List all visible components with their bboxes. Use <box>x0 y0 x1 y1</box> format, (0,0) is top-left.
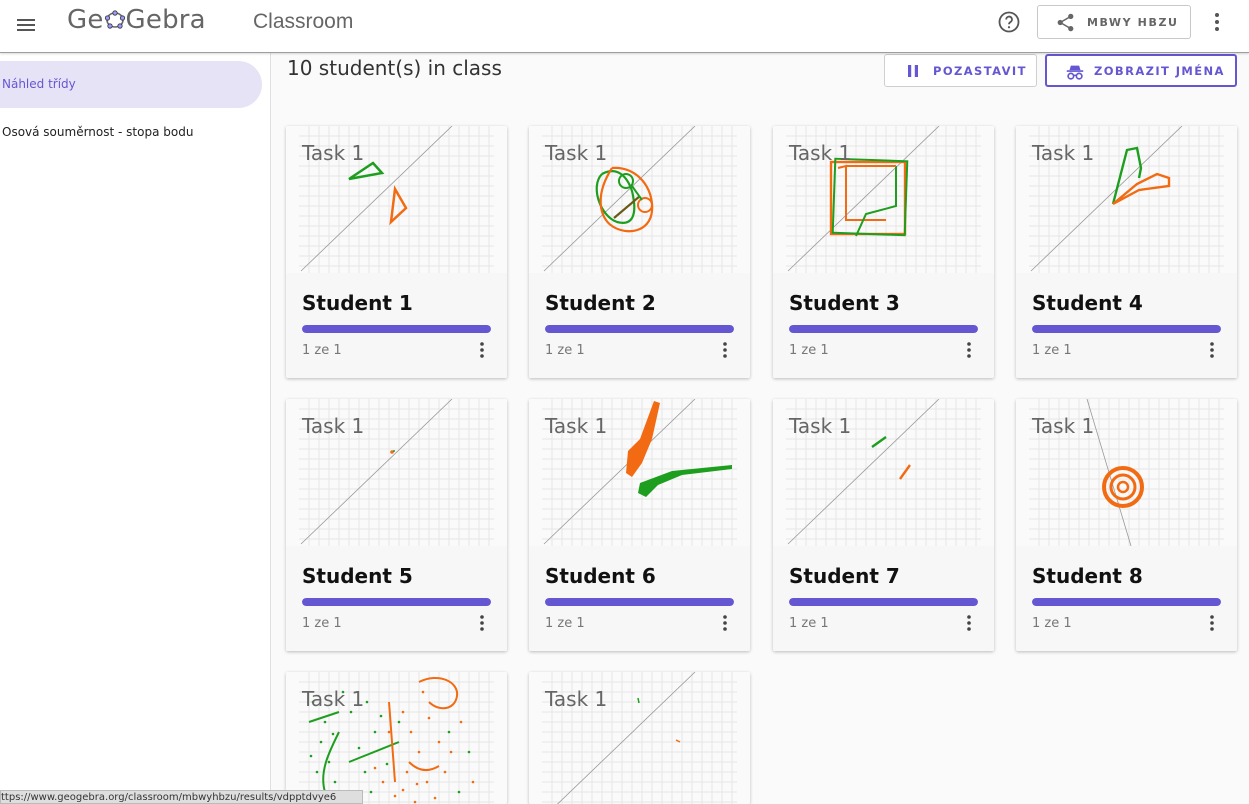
student-card[interactable]: Task 1 <box>286 672 507 804</box>
student-thumbnail: Task 1 <box>529 126 750 273</box>
card-info: Student 7 1 ze 1 <box>773 546 994 651</box>
progress-text: 1 ze 1 <box>789 616 829 631</box>
show-names-label: ZOBRAZIT JMÉNA <box>1094 64 1225 78</box>
student-thumbnail: Task 1 <box>1016 126 1237 273</box>
more-vert-icon[interactable] <box>1205 10 1229 34</box>
student-thumbnail: Task 1 <box>529 399 750 546</box>
sidebar: Náhled třídy Osová souměrnost - stopa bo… <box>0 53 271 804</box>
student-thumbnail: Task 1 <box>286 672 507 804</box>
more-vert-icon[interactable] <box>472 613 492 633</box>
student-card[interactable]: Task 1 Student 6 1 ze 1 <box>529 399 750 651</box>
student-card[interactable]: Task 1 Student 4 1 ze 1 <box>1016 126 1237 378</box>
geogebra-logo[interactable]: Ge Gebra <box>67 5 206 35</box>
pause-button[interactable]: POZASTAVIT <box>884 54 1037 87</box>
task-label: Task 1 <box>302 414 365 438</box>
app-header: Ge Gebra Classroom MBWY HBZU <box>0 0 1249 53</box>
student-name: Student 2 <box>545 291 656 315</box>
card-info: Student 3 1 ze 1 <box>773 273 994 378</box>
more-vert-icon[interactable] <box>715 613 735 633</box>
task-label: Task 1 <box>1032 141 1095 165</box>
progress-text: 1 ze 1 <box>302 616 342 631</box>
task-label: Task 1 <box>302 141 365 165</box>
student-thumbnail: Task 1 <box>286 399 507 546</box>
pause-icon <box>908 65 918 77</box>
progress-text: 1 ze 1 <box>1032 343 1072 358</box>
student-name: Student 1 <box>302 291 413 315</box>
more-vert-icon[interactable] <box>472 340 492 360</box>
share-button[interactable]: MBWY HBZU <box>1037 5 1191 39</box>
progress-text: 1 ze 1 <box>545 343 585 358</box>
app-name: Classroom <box>253 10 354 33</box>
progress-text: 1 ze 1 <box>302 343 342 358</box>
progress-text: 1 ze 1 <box>1032 616 1072 631</box>
student-name: Student 3 <box>789 291 900 315</box>
logo-text-right: Gebra <box>125 5 206 35</box>
progress-bar <box>302 325 491 333</box>
sidebar-item-class-overview[interactable]: Náhled třídy <box>0 61 262 108</box>
card-info: Student 4 1 ze 1 <box>1016 273 1237 378</box>
card-info: Student 5 1 ze 1 <box>286 546 507 651</box>
more-vert-icon[interactable] <box>1202 613 1222 633</box>
more-vert-icon[interactable] <box>1202 340 1222 360</box>
sidebar-item-activity[interactable]: Osová souměrnost - stopa bodu <box>0 109 262 156</box>
incognito-icon <box>1066 65 1084 80</box>
student-card[interactable]: Task 1 Student 3 1 ze 1 <box>773 126 994 378</box>
task-label: Task 1 <box>545 687 608 711</box>
student-thumbnail: Task 1 <box>1016 399 1237 546</box>
share-icon <box>1057 13 1074 32</box>
task-label: Task 1 <box>302 687 365 711</box>
logo-text-left: Ge <box>67 5 104 35</box>
menu-icon[interactable] <box>14 13 38 37</box>
progress-bar <box>545 325 734 333</box>
browser-status-url: ttps://www.geogebra.org/classroom/mbwyhb… <box>0 790 363 804</box>
show-names-button[interactable]: ZOBRAZIT JMÉNA <box>1045 54 1237 87</box>
progress-bar <box>1032 598 1221 606</box>
geogebra-logo-icon <box>104 10 125 29</box>
card-info: Student 1 1 ze 1 <box>286 273 507 378</box>
student-card[interactable]: Task 1 <box>529 672 750 804</box>
student-thumbnail: Task 1 <box>286 126 507 273</box>
task-label: Task 1 <box>545 141 608 165</box>
progress-bar <box>302 598 491 606</box>
progress-bar <box>789 325 978 333</box>
page-title: 10 student(s) in class <box>287 56 502 80</box>
student-name: Student 6 <box>545 564 656 588</box>
help-icon[interactable] <box>997 10 1021 34</box>
card-info: Student 2 1 ze 1 <box>529 273 750 378</box>
student-card[interactable]: Task 1 Student 1 1 ze 1 <box>286 126 507 378</box>
student-name: Student 7 <box>789 564 900 588</box>
student-card[interactable]: Task 1 Student 2 1 ze 1 <box>529 126 750 378</box>
card-info: Student 8 1 ze 1 <box>1016 546 1237 651</box>
progress-bar <box>1032 325 1221 333</box>
student-card[interactable]: Task 1 Student 8 1 ze 1 <box>1016 399 1237 651</box>
task-label: Task 1 <box>1032 414 1095 438</box>
student-thumbnail: Task 1 <box>773 126 994 273</box>
task-label: Task 1 <box>545 414 608 438</box>
progress-text: 1 ze 1 <box>789 343 829 358</box>
student-thumbnail: Task 1 <box>773 399 994 546</box>
more-vert-icon[interactable] <box>715 340 735 360</box>
progress-text: 1 ze 1 <box>545 616 585 631</box>
progress-bar <box>545 598 734 606</box>
task-label: Task 1 <box>789 141 852 165</box>
task-label: Task 1 <box>789 414 852 438</box>
student-name: Student 8 <box>1032 564 1143 588</box>
progress-bar <box>789 598 978 606</box>
student-card[interactable]: Task 1 Student 5 1 ze 1 <box>286 399 507 651</box>
student-thumbnail: Task 1 <box>529 672 750 804</box>
more-vert-icon[interactable] <box>959 340 979 360</box>
pause-label: POZASTAVIT <box>933 64 1027 78</box>
share-code-label: MBWY HBZU <box>1087 16 1179 29</box>
student-name: Student 5 <box>302 564 413 588</box>
card-info: Student 6 1 ze 1 <box>529 546 750 651</box>
student-card[interactable]: Task 1 Student 7 1 ze 1 <box>773 399 994 651</box>
student-name: Student 4 <box>1032 291 1143 315</box>
more-vert-icon[interactable] <box>959 613 979 633</box>
